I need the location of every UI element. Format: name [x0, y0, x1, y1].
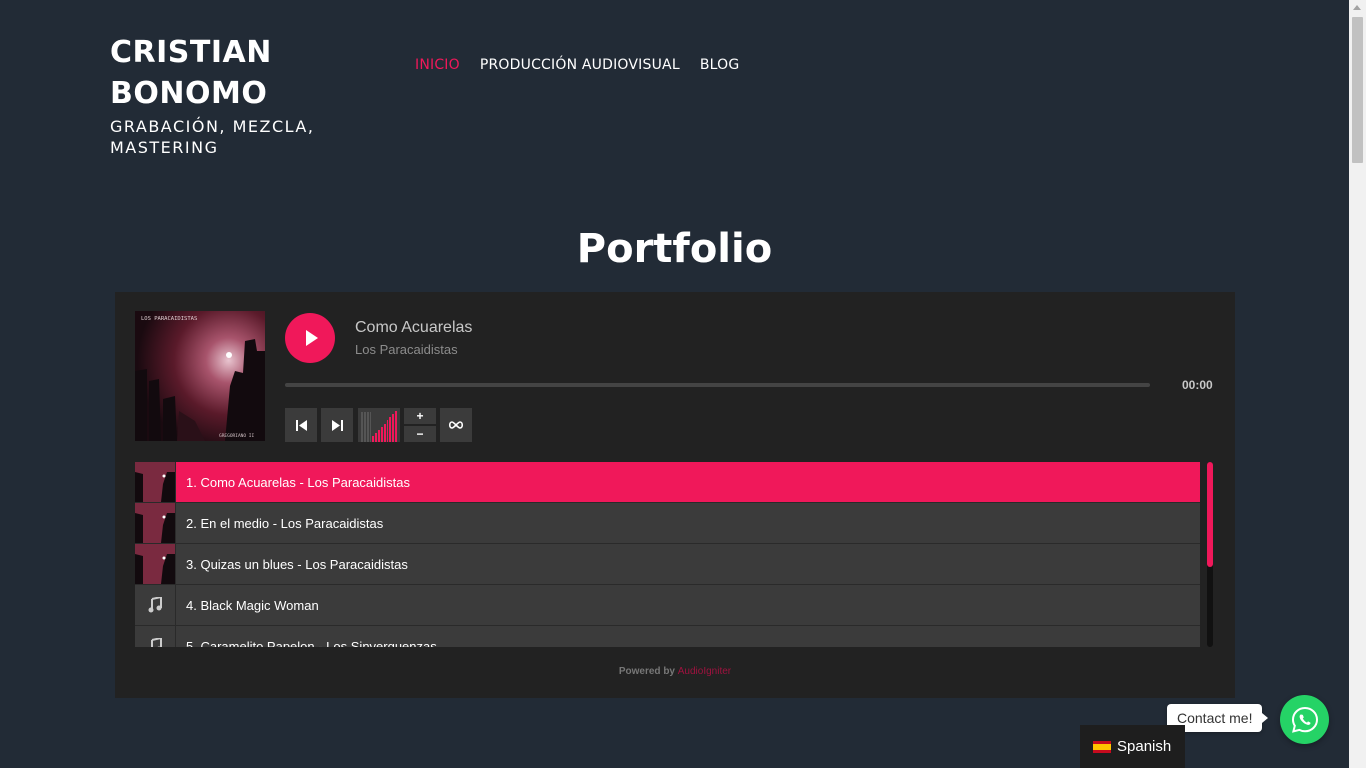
track-label: 4. Black Magic Woman — [175, 585, 1200, 625]
volume-bar — [375, 433, 378, 442]
volume-bar — [383, 424, 386, 442]
track-cover-thumb — [135, 462, 175, 502]
track-item[interactable]: 3. Quizas un blues - Los Paracaidistas — [135, 544, 1200, 585]
current-track-title: Como Acuarelas — [355, 319, 473, 336]
site-title[interactable]: CRISTIAN BONOMO — [110, 32, 350, 114]
track-label: 3. Quizas un blues - Los Paracaidistas — [175, 544, 1200, 584]
track-label: 2. En el medio - Los Paracaidistas — [175, 503, 1200, 543]
volume-bars[interactable] — [358, 408, 400, 442]
main-nav: INICIO PRODUCCIÓN AUDIOVISUAL BLOG — [415, 57, 739, 73]
tracklist-scrollbar[interactable] — [1207, 462, 1213, 647]
track-cover-thumb — [135, 544, 175, 584]
music-note-icon — [135, 626, 175, 647]
loop-icon — [448, 421, 464, 429]
volume-bar — [392, 414, 395, 442]
whatsapp-icon — [1291, 706, 1318, 733]
volume-bar — [361, 412, 363, 442]
scroll-up-icon[interactable] — [1353, 5, 1361, 10]
track-cover-thumb — [135, 503, 175, 543]
tracklist: 1. Como Acuarelas - Los Paracaidistas 2.… — [135, 462, 1200, 647]
track-item[interactable]: 4. Black Magic Woman — [135, 585, 1200, 626]
volume-bar — [380, 427, 383, 442]
volume-bar — [363, 412, 366, 442]
tracklist-scrollbar-thumb[interactable] — [1207, 462, 1213, 567]
next-track-button[interactable] — [321, 408, 353, 442]
site-tagline: GRABACIÓN, MEZCLA, MASTERING — [110, 117, 315, 157]
volume-bar — [395, 411, 397, 442]
svg-text:LOS PARACAIDISTAS: LOS PARACAIDISTAS — [141, 316, 197, 322]
scrollbar-thumb[interactable] — [1352, 17, 1363, 163]
volume-up-button[interactable]: + — [404, 408, 436, 424]
play-icon — [305, 330, 318, 346]
volume-bar — [369, 412, 372, 442]
volume-bar — [366, 412, 369, 442]
site-brand[interactable]: CRISTIAN BONOMO GRABACIÓN, MEZCLA, MASTE… — [110, 32, 350, 158]
play-button[interactable] — [285, 313, 335, 363]
volume-bar — [372, 436, 375, 442]
time-display: 00:00 — [1182, 378, 1213, 392]
powered-by-text: Powered by — [618, 666, 678, 677]
previous-track-button[interactable] — [285, 408, 317, 442]
track-item[interactable]: 2. En el medio - Los Paracaidistas — [135, 503, 1200, 544]
nav-item-inicio[interactable]: INICIO — [415, 57, 460, 73]
track-label: 1. Como Acuarelas - Los Paracaidistas — [175, 462, 1200, 502]
skip-forward-icon — [331, 419, 343, 431]
powered-by: Powered by AudioIgniter — [115, 666, 1235, 677]
page-title: Portfolio — [576, 226, 773, 272]
volume-buttons: + − — [404, 408, 436, 442]
music-note-icon — [135, 585, 175, 625]
current-track-artist: Los Paracaidistas — [355, 342, 458, 357]
audioigniter-link[interactable]: AudioIgniter — [678, 666, 731, 677]
nav-item-blog[interactable]: BLOG — [700, 57, 740, 73]
language-switcher[interactable]: Spanish — [1080, 725, 1185, 768]
loop-button[interactable] — [440, 408, 472, 442]
nav-item-produccion-audiovisual[interactable]: PRODUCCIÓN AUDIOVISUAL — [480, 57, 680, 73]
track-item[interactable]: 1. Como Acuarelas - Los Paracaidistas — [135, 462, 1200, 503]
page-scrollbar[interactable] — [1349, 0, 1366, 768]
svg-text:GREGORIANO II: GREGORIANO II — [219, 433, 255, 439]
spain-flag-icon — [1093, 740, 1111, 753]
skip-back-icon — [295, 419, 307, 431]
track-label: 5. Caramelito Papelon - Los Sinverguenza… — [175, 626, 1200, 647]
progress-bar[interactable] — [285, 383, 1150, 387]
volume-down-button[interactable]: − — [404, 426, 436, 442]
volume-bar — [389, 417, 392, 442]
audio-player: LOS PARACAIDISTAS GREGORIANO II Como Acu… — [115, 292, 1235, 698]
track-item[interactable]: 5. Caramelito Papelon - Los Sinverguenza… — [135, 626, 1200, 647]
volume-bar — [386, 420, 389, 442]
language-label: Spanish — [1117, 738, 1172, 755]
volume-bar — [378, 430, 380, 442]
album-cover: LOS PARACAIDISTAS GREGORIANO II — [135, 311, 265, 441]
whatsapp-button[interactable] — [1280, 695, 1329, 744]
